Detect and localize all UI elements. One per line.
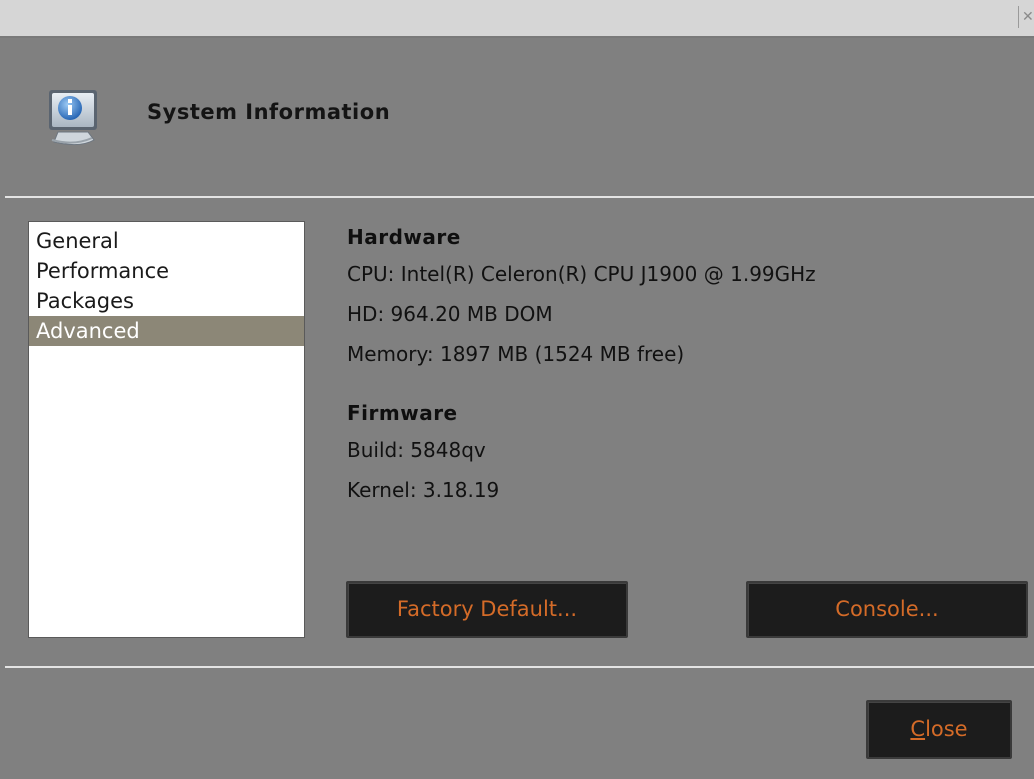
list-item-general[interactable]: General [29, 226, 304, 256]
header-separator [5, 196, 1034, 198]
build-info: Build: 5848qv [347, 438, 486, 462]
cpu-info: CPU: Intel(R) Celeron(R) CPU J1900 @ 1.9… [347, 262, 816, 286]
memory-info: Memory: 1897 MB (1524 MB free) [347, 342, 685, 366]
dialog-header: System Information [0, 38, 1034, 196]
title-bar: ✕ [0, 0, 1034, 38]
list-item-performance[interactable]: Performance [29, 256, 304, 286]
console-button[interactable]: Console... [746, 581, 1028, 638]
hardware-heading: Hardware [347, 225, 461, 249]
list-item-advanced[interactable]: Advanced [29, 316, 304, 346]
hd-info: HD: 964.20 MB DOM [347, 302, 553, 326]
info-panel: Hardware CPU: Intel(R) Celeron(R) CPU J1… [347, 220, 967, 510]
close-button[interactable]: Close [866, 700, 1012, 759]
window-close-icon[interactable]: ✕ [1018, 6, 1034, 28]
factory-default-button[interactable]: Factory Default... [346, 581, 628, 638]
kernel-info: Kernel: 3.18.19 [347, 478, 500, 502]
info-monitor-icon [49, 90, 97, 146]
dialog-title: System Information [147, 100, 391, 124]
system-information-dialog: ✕ System Information General Performance… [0, 0, 1034, 779]
window-bottom-edge [0, 771, 1034, 779]
close-mnemonic: C [910, 717, 926, 741]
category-list[interactable]: General Performance Packages Advanced [28, 221, 305, 638]
footer-separator [5, 666, 1034, 668]
close-label-rest: lose [925, 717, 968, 741]
list-item-packages[interactable]: Packages [29, 286, 304, 316]
firmware-heading: Firmware [347, 401, 458, 425]
